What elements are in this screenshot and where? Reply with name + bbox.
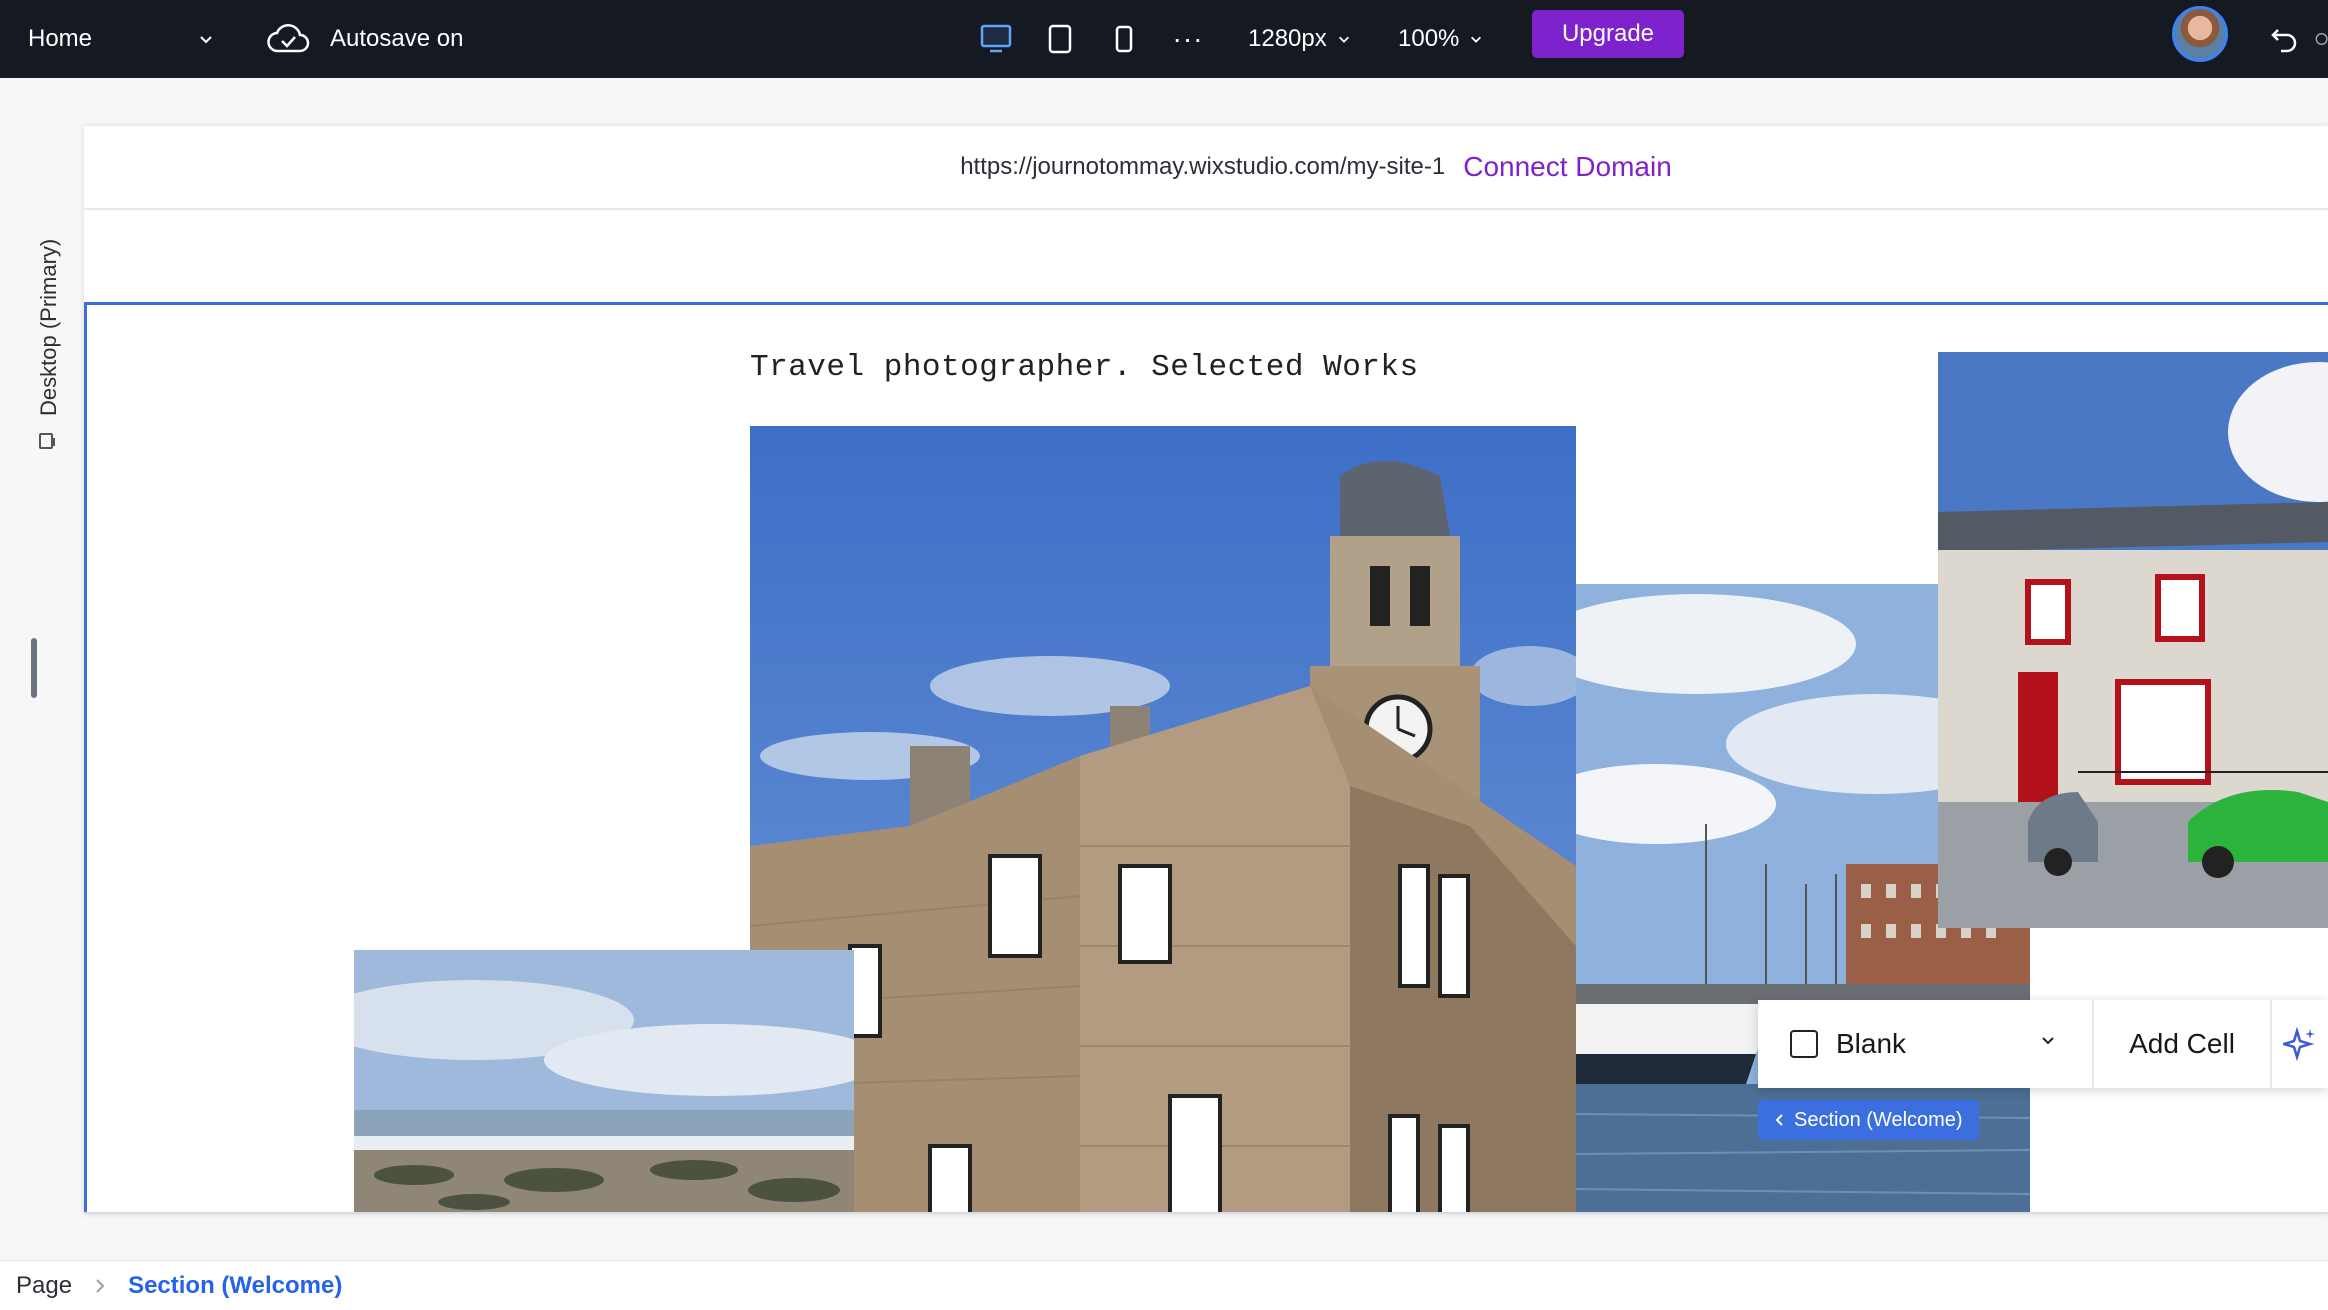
section-tag[interactable]: Section (Welcome) <box>1758 1100 1979 1140</box>
page-selector-label: Home <box>28 25 93 52</box>
site-url: https://journotommay.wixstudio.com/my-si… <box>960 153 1446 180</box>
cloud-check-icon <box>267 24 310 53</box>
redo-icon <box>2315 33 2328 45</box>
mobile-icon <box>1115 25 1133 53</box>
mobile-view-button[interactable] <box>1102 0 1146 78</box>
resize-handle[interactable] <box>31 638 37 698</box>
undo-icon <box>2271 29 2297 53</box>
chevron-left-icon <box>1775 1114 1783 1126</box>
blank-layout-checkbox[interactable] <box>1790 1030 1818 1058</box>
tablet-view-button[interactable] <box>1038 0 1082 78</box>
avatar[interactable] <box>2172 6 2228 62</box>
upgrade-button[interactable]: Upgrade <box>1532 10 1684 58</box>
zoom-value: 100% <box>1398 25 1460 52</box>
desktop-view-button[interactable] <box>974 0 1018 78</box>
tablet-icon <box>1048 24 1072 54</box>
breadcrumb-current[interactable]: Section (Welcome) <box>128 1272 342 1300</box>
canvas-width-value: 1280px <box>1248 25 1327 52</box>
top-toolbar: Home Autosave on ··· 1280px 100% Upgrade <box>0 0 2328 78</box>
chevron-down-icon <box>2042 1037 2054 1045</box>
breakpoint-label-container: Desktop (Primary) <box>30 216 70 456</box>
photo-rocky-beach[interactable] <box>354 950 854 1214</box>
page-selector[interactable]: Home <box>28 0 214 78</box>
autosave-status[interactable]: Autosave on <box>266 0 463 78</box>
chevron-down-icon <box>1338 36 1349 43</box>
photo-clocktower-building[interactable] <box>750 426 1576 1214</box>
breakpoint-icon <box>38 432 58 455</box>
photo-red-trim-house[interactable] <box>1938 352 2328 928</box>
more-icon: ··· <box>1172 23 1204 54</box>
page-headline[interactable]: Travel photographer. Selected Works <box>750 350 1419 385</box>
connect-domain-link[interactable]: Connect Domain <box>1463 151 1672 183</box>
add-cell-button[interactable]: Add Cell <box>2094 1000 2272 1088</box>
chevron-down-icon <box>200 36 212 44</box>
desktop-small-icon <box>39 433 55 449</box>
breakpoint-label[interactable]: Desktop (Primary) <box>36 239 62 416</box>
autosave-label: Autosave on <box>330 25 464 52</box>
ai-assistant-button[interactable] <box>2272 1000 2328 1088</box>
chevron-down-icon <box>1471 36 1482 43</box>
redo-button[interactable] <box>2312 0 2328 78</box>
breadcrumb: Page Section (Welcome) <box>0 1260 2328 1310</box>
section-tag-label: Section (Welcome) <box>1794 1108 1963 1131</box>
sparkle-icon <box>2283 1027 2315 1061</box>
undo-button[interactable] <box>2264 0 2304 78</box>
layout-selector[interactable]: Blank <box>1758 1000 2094 1088</box>
zoom-selector[interactable]: 100% <box>1398 0 1483 78</box>
chevron-right-icon <box>96 1278 105 1293</box>
canvas-width-selector[interactable]: 1280px <box>1248 0 1351 78</box>
canvas-bottom-divider <box>84 1212 2328 1214</box>
breadcrumb-page[interactable]: Page <box>16 1272 72 1300</box>
cell-toolbar: Blank Add Cell <box>1758 1000 2328 1088</box>
more-devices-button[interactable]: ··· <box>1166 0 1210 78</box>
desktop-icon <box>980 24 1012 53</box>
site-url-bar: https://journotommay.wixstudio.com/my-si… <box>84 126 2328 210</box>
layout-selector-label: Blank <box>1836 1028 1907 1059</box>
